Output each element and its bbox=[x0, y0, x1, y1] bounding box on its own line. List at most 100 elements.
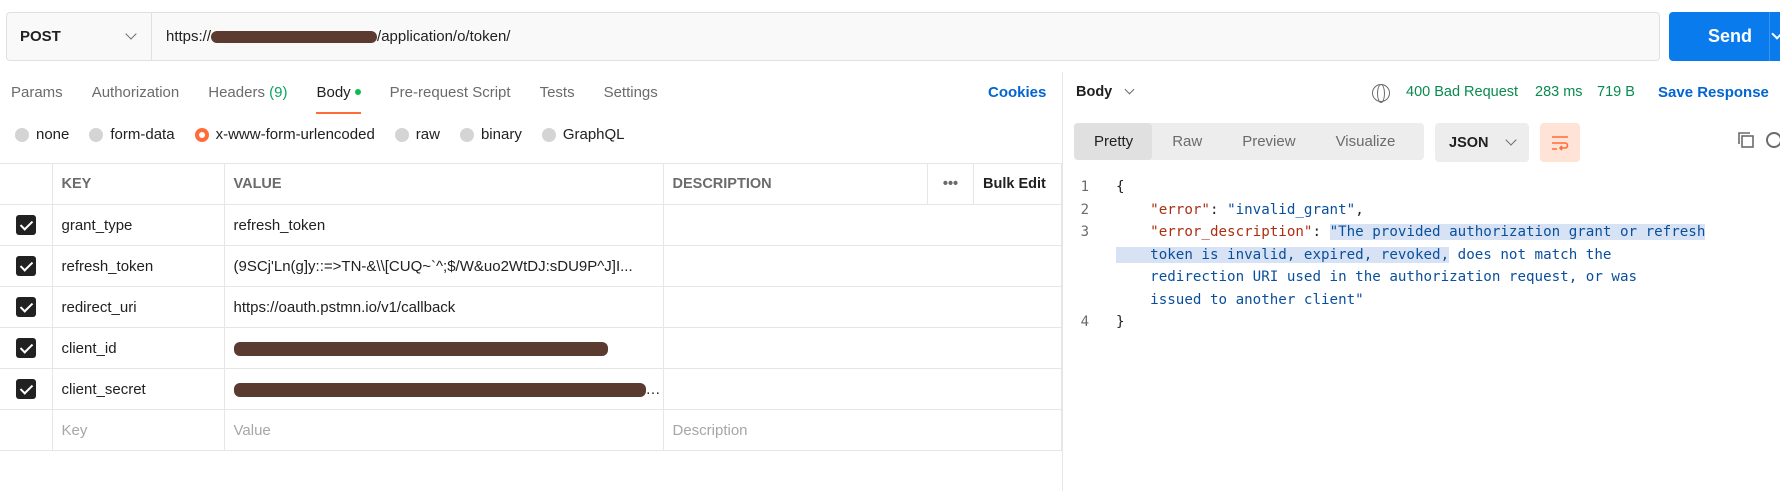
radio-form-data[interactable]: form-data bbox=[89, 126, 175, 143]
checkbox-checked-icon bbox=[15, 297, 36, 317]
header-checkbox-cell bbox=[0, 163, 53, 205]
chevron-down-icon bbox=[1505, 134, 1517, 146]
radio-circle-icon bbox=[89, 127, 104, 142]
row-checkbox[interactable] bbox=[0, 286, 53, 328]
tab-settings[interactable]: Settings bbox=[604, 72, 658, 114]
new-description-input[interactable]: Description bbox=[662, 409, 1062, 451]
row-description[interactable] bbox=[662, 204, 1062, 246]
globe-icon[interactable] bbox=[1372, 84, 1390, 103]
checkbox-checked-icon bbox=[15, 256, 36, 276]
tab-raw[interactable]: Raw bbox=[1152, 123, 1222, 160]
tab-prerequest-script[interactable]: Pre-request Script bbox=[390, 72, 511, 114]
new-key-input[interactable]: Key bbox=[51, 409, 225, 451]
radio-x-www-form-urlencoded[interactable]: x-www-form-urlencoded bbox=[194, 126, 375, 143]
header-description: DESCRIPTION bbox=[662, 163, 928, 205]
row-key[interactable]: redirect_uri bbox=[51, 286, 225, 328]
code-line: 2 "error": "invalid_grant", bbox=[1074, 199, 1780, 222]
redacted-value bbox=[233, 341, 608, 356]
body-type-radios: none form-data x-www-form-urlencoded raw… bbox=[15, 126, 645, 143]
tab-pretty[interactable]: Pretty bbox=[1074, 123, 1153, 160]
table-row: client_secret ... bbox=[0, 368, 1062, 410]
format-select[interactable]: JSON bbox=[1435, 123, 1529, 162]
table-row: refresh_token (9SCj'Ln(g]y::=>TN-&\\[CUQ… bbox=[0, 245, 1062, 287]
bulk-edit-button[interactable]: Bulk Edit bbox=[973, 163, 1062, 205]
url-prefix: https:// bbox=[166, 28, 212, 45]
copy-icon[interactable] bbox=[1738, 132, 1754, 148]
radio-raw[interactable]: raw bbox=[394, 126, 440, 143]
tab-authorization[interactable]: Authorization bbox=[92, 72, 180, 114]
row-value[interactable]: ... bbox=[223, 368, 664, 410]
row-checkbox[interactable] bbox=[0, 368, 53, 410]
request-url-bar: POST https:// /application/o/token/ bbox=[6, 12, 1660, 61]
tab-headers[interactable]: Headers (9) bbox=[208, 72, 287, 114]
row-value[interactable] bbox=[223, 327, 664, 369]
radio-graphql[interactable]: GraphQL bbox=[541, 126, 625, 143]
tab-params[interactable]: Params bbox=[11, 72, 63, 114]
body-indicator-dot bbox=[354, 89, 361, 95]
row-description[interactable] bbox=[662, 245, 1062, 287]
row-key[interactable]: client_id bbox=[51, 327, 225, 369]
response-size[interactable]: 719 B bbox=[1597, 84, 1635, 100]
response-view-tabs: Pretty Raw Preview Visualize bbox=[1074, 123, 1424, 160]
cookies-link[interactable]: Cookies bbox=[988, 84, 1046, 101]
status-code[interactable]: 400 Bad Request bbox=[1406, 84, 1518, 100]
row-checkbox[interactable] bbox=[0, 327, 53, 369]
radio-binary[interactable]: binary bbox=[459, 126, 522, 143]
row-checkbox[interactable] bbox=[0, 204, 53, 246]
method-select[interactable]: POST bbox=[7, 13, 152, 60]
row-description[interactable] bbox=[662, 286, 1062, 328]
code-text: token is invalid, expired, revoked, does… bbox=[1116, 246, 1612, 263]
row-value[interactable]: refresh_token bbox=[223, 204, 664, 246]
json-key: "error" bbox=[1150, 201, 1210, 218]
row-checkbox-empty bbox=[0, 409, 53, 451]
response-time[interactable]: 283 ms bbox=[1535, 84, 1583, 100]
tab-settings-label: Settings bbox=[603, 84, 658, 101]
radio-circle-icon bbox=[15, 127, 29, 142]
row-value[interactable]: https://oauth.pstmn.io/v1/callback bbox=[223, 286, 664, 328]
send-options-chevron-icon[interactable] bbox=[1771, 28, 1780, 40]
row-key[interactable]: refresh_token bbox=[51, 245, 225, 287]
code-line-wrapped: redirection URI used in the authorizatio… bbox=[1074, 266, 1780, 289]
code-line-wrapped: issued to another client" bbox=[1074, 289, 1780, 312]
row-key[interactable]: client_secret bbox=[51, 368, 225, 410]
radio-graphql-label: GraphQL bbox=[562, 126, 625, 143]
code-text: } bbox=[1116, 314, 1125, 331]
json-string: does not match the bbox=[1449, 246, 1612, 263]
radio-none-label: none bbox=[36, 126, 70, 143]
json-string: issued to another client" bbox=[1150, 291, 1364, 308]
tab-tests[interactable]: Tests bbox=[540, 72, 575, 114]
row-checkbox[interactable] bbox=[0, 245, 53, 287]
method-label: POST bbox=[20, 28, 61, 45]
json-key: "error_description" bbox=[1150, 224, 1313, 241]
radio-raw-label: raw bbox=[415, 126, 440, 143]
row-value[interactable]: (9SCj'Ln(g]y::=>TN-&\\[CUQ~`^;$/W&uo2WtD… bbox=[223, 245, 664, 287]
header-key: KEY bbox=[51, 163, 225, 205]
radio-circle-icon bbox=[541, 127, 556, 142]
radio-none[interactable]: none bbox=[15, 126, 69, 143]
url-suffix: /application/o/token/ bbox=[377, 28, 511, 45]
search-icon[interactable] bbox=[1766, 132, 1780, 148]
tab-tests-label: Tests bbox=[539, 84, 575, 101]
url-input[interactable]: https:// /application/o/token/ bbox=[152, 13, 1659, 60]
save-response-button[interactable]: Save Response bbox=[1658, 84, 1769, 101]
tab-preview[interactable]: Preview bbox=[1222, 123, 1315, 160]
pane-divider[interactable] bbox=[1062, 72, 1063, 491]
response-code-viewer[interactable]: 1 { 2 "error": "invalid_grant", 3 "error… bbox=[1074, 176, 1780, 334]
code-text: "error_description": "The provided autho… bbox=[1150, 224, 1706, 241]
tab-body[interactable]: Body bbox=[316, 72, 361, 114]
checkbox-checked-icon bbox=[15, 338, 36, 358]
table-row: grant_type refresh_token bbox=[0, 204, 1062, 246]
body-params-table: KEY VALUE DESCRIPTION ••• Bulk Edit gran… bbox=[0, 163, 1062, 451]
more-options-icon[interactable]: ••• bbox=[927, 163, 974, 205]
row-key[interactable]: grant_type bbox=[51, 204, 225, 246]
new-value-input[interactable]: Value bbox=[223, 409, 664, 451]
tab-visualize[interactable]: Visualize bbox=[1316, 123, 1416, 160]
radio-circle-icon bbox=[394, 127, 409, 142]
send-button[interactable]: Send bbox=[1669, 12, 1780, 61]
row-description[interactable] bbox=[662, 327, 1062, 369]
line-number: 3 bbox=[1080, 224, 1089, 241]
wrap-lines-button[interactable] bbox=[1540, 123, 1580, 162]
checkbox-checked-icon bbox=[15, 379, 36, 399]
response-body-select[interactable]: Body bbox=[1076, 84, 1135, 100]
row-description[interactable] bbox=[662, 368, 1062, 410]
